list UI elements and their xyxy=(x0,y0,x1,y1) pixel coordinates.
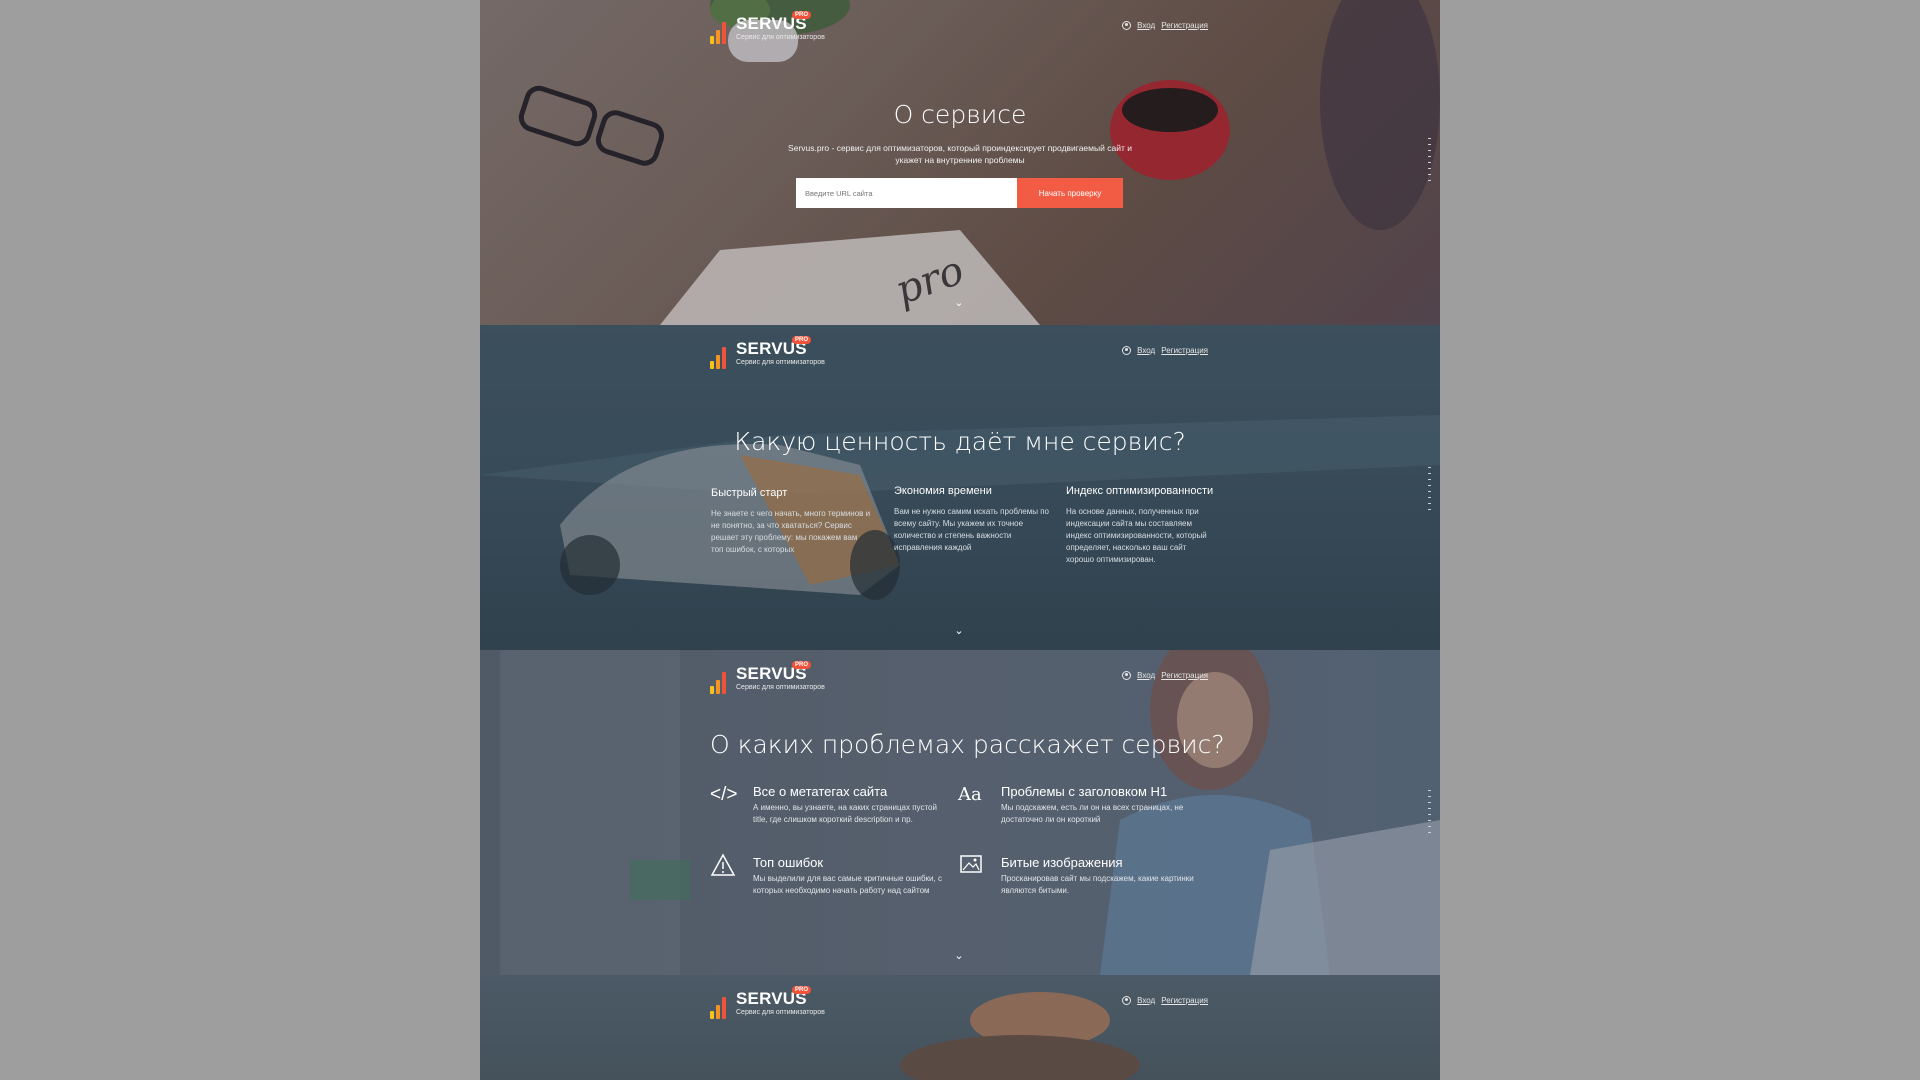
page-nav-dots[interactable] xyxy=(1428,790,1431,833)
page-nav-dots[interactable] xyxy=(1428,467,1431,510)
register-link[interactable]: Регистрация xyxy=(1161,996,1208,1005)
stones-illustration xyxy=(900,992,1140,1080)
login-link[interactable]: Вход xyxy=(1137,996,1155,1005)
logo-bars-icon xyxy=(710,20,732,44)
hero-description: Servus.pro - сервис для оптимизаторов, к… xyxy=(788,143,1132,165)
feature-text: Просканировав сайт мы подскажем, какие к… xyxy=(1001,874,1194,895)
auth-links: Вход Регистрация xyxy=(1122,996,1208,1005)
logo-bars-icon xyxy=(710,345,732,369)
url-check-form: Начать проверку xyxy=(796,178,1123,208)
value-title: Какую ценность даёт мне сервис? xyxy=(734,427,1186,456)
chevron-down-icon[interactable]: ⌄ xyxy=(954,298,964,309)
image-icon xyxy=(958,853,988,879)
hero-section: pro SERVUS PRO Сервис для оптимизаторов … xyxy=(480,0,1440,325)
start-check-button[interactable]: Начать проверку xyxy=(1017,178,1123,208)
user-icon xyxy=(1122,346,1132,355)
problems-overlay xyxy=(480,650,1440,975)
logo-tagline: Сервис для оптимизаторов xyxy=(736,1009,825,1016)
chevron-down-icon[interactable]: ⌄ xyxy=(954,951,964,962)
feature-title: Все о метатегах сайта xyxy=(753,784,888,799)
logo[interactable]: SERVUS PRO Сервис для оптимизаторов xyxy=(710,986,830,1021)
logo-bars-icon xyxy=(710,995,732,1019)
pro-badge: PRO xyxy=(792,336,812,344)
problems-section: SERVUS PRO Сервис для оптимизаторов Вход… xyxy=(480,650,1440,975)
feature-title: Битые изображения xyxy=(1001,855,1123,870)
logo[interactable]: SERVUS PRO Сервис для оптимизаторов xyxy=(710,661,830,696)
font-icon: Aa xyxy=(958,784,982,805)
pro-badge: PRO xyxy=(792,986,812,994)
logo-tagline: Сервис для оптимизаторов xyxy=(736,359,825,366)
column-text: Не знаете с чего начать, много терминов … xyxy=(711,509,871,554)
landing-page: pro SERVUS PRO Сервис для оптимизаторов … xyxy=(480,0,1440,1080)
feature-title: Топ ошибок xyxy=(753,855,824,870)
column-title: Быстрый старт xyxy=(711,487,788,499)
code-icon: </> xyxy=(710,784,738,805)
logo[interactable]: SERVUS PRO Сервис для оптимизаторов xyxy=(710,11,830,46)
logo[interactable]: SERVUS PRO Сервис для оптимизаторов xyxy=(710,336,830,371)
feature-text: Мы выделили для вас самые критичные ошиб… xyxy=(753,874,942,895)
pro-badge: PRO xyxy=(792,11,812,19)
register-link[interactable]: Регистрация xyxy=(1161,671,1208,680)
login-link[interactable]: Вход xyxy=(1137,346,1155,355)
chevron-down-icon[interactable]: ⌄ xyxy=(954,626,964,637)
page-nav-dots[interactable] xyxy=(1428,138,1431,181)
column-text: На основе данных, полученных при индекса… xyxy=(1066,507,1207,564)
user-icon xyxy=(1122,996,1132,1005)
warning-icon xyxy=(710,853,740,879)
feature-title: Проблемы с заголовком H1 xyxy=(1001,784,1168,799)
url-input[interactable] xyxy=(796,178,1017,208)
value-column-optimization-index: Индекс оптимизированности На основе данн… xyxy=(1066,485,1216,566)
logo-bars-icon xyxy=(710,670,732,694)
logo-tagline: Сервис для оптимизаторов xyxy=(736,34,825,41)
value-section: SERVUS PRO Сервис для оптимизаторов Вход… xyxy=(480,325,1440,650)
problems-title: О каких проблемах расскажет сервис? xyxy=(710,730,1225,759)
logo-tagline: Сервис для оптимизаторов xyxy=(736,684,825,691)
value-column-fast-start: Быстрый старт Не знаете с чего начать, м… xyxy=(711,487,871,556)
user-icon xyxy=(1122,21,1132,30)
user-icon xyxy=(1122,671,1132,680)
login-link[interactable]: Вход xyxy=(1137,671,1155,680)
column-title: Экономия времени xyxy=(894,485,992,497)
column-title: Индекс оптимизированности xyxy=(1066,485,1214,497)
feature-text: А именно, вы узнаете, на каких страницах… xyxy=(753,803,937,824)
register-link[interactable]: Регистрация xyxy=(1161,21,1208,30)
value-column-time-saving: Экономия времени Вам не нужно самим иска… xyxy=(894,485,1054,554)
column-text: Вам не нужно самим искать проблемы по вс… xyxy=(894,507,1049,552)
auth-links: Вход Регистрация xyxy=(1122,346,1208,355)
register-link[interactable]: Регистрация xyxy=(1161,346,1208,355)
pro-badge: PRO xyxy=(792,661,812,669)
auth-links: Вход Регистрация xyxy=(1122,21,1208,30)
feature-text: Мы подскажем, есть ли он на всех страниц… xyxy=(1001,803,1184,824)
login-link[interactable]: Вход xyxy=(1137,21,1155,30)
next-section: SERVUS PRO Сервис для оптимизаторов Вход… xyxy=(480,975,1440,1080)
hero-title: О сервисе xyxy=(893,100,1027,129)
auth-links: Вход Регистрация xyxy=(1122,671,1208,680)
